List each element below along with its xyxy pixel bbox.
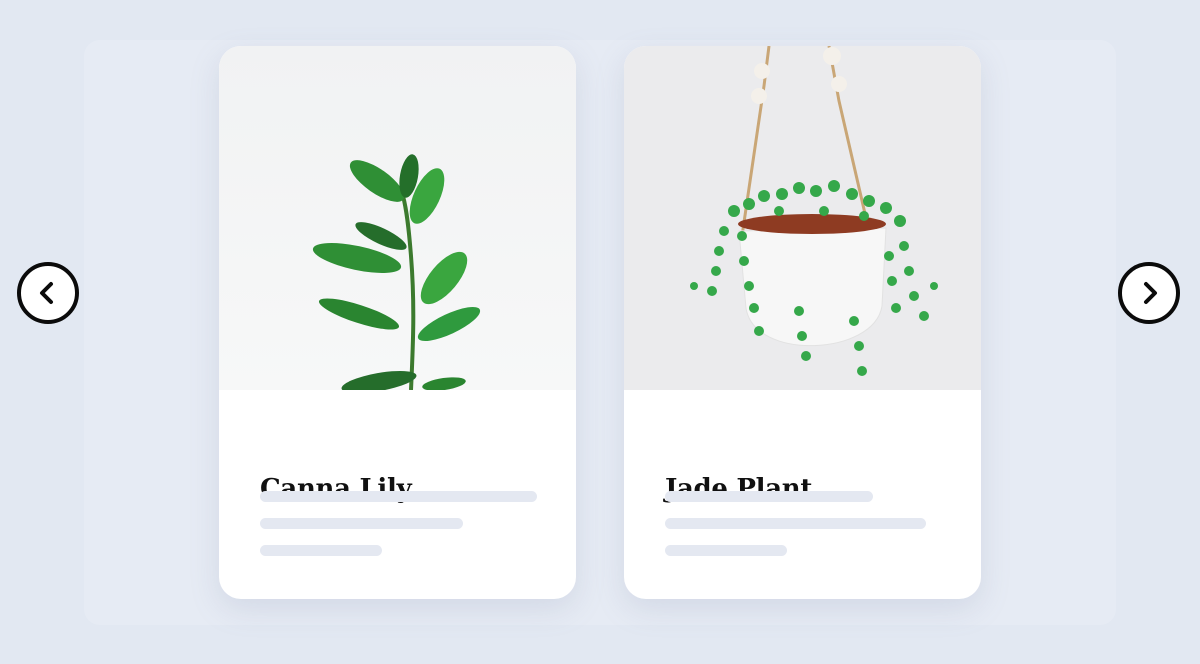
text-placeholder-line — [260, 545, 382, 556]
ficus-plant-image — [219, 46, 576, 390]
text-placeholder-line — [260, 491, 537, 502]
text-placeholder-line — [665, 518, 926, 529]
carousel-prev-button[interactable] — [17, 262, 79, 324]
hanging-string-of-pearls-plant-image — [624, 46, 981, 390]
chevron-right-icon — [1144, 282, 1157, 304]
text-placeholder-line — [665, 545, 787, 556]
text-placeholder-line — [260, 518, 463, 529]
plant-card[interactable]: Canna Lily — [219, 46, 576, 599]
carousel-next-button[interactable] — [1118, 262, 1180, 324]
chevron-left-icon — [40, 282, 53, 304]
text-placeholder-line — [665, 491, 873, 502]
plant-card[interactable]: Jade Plant — [624, 46, 981, 599]
